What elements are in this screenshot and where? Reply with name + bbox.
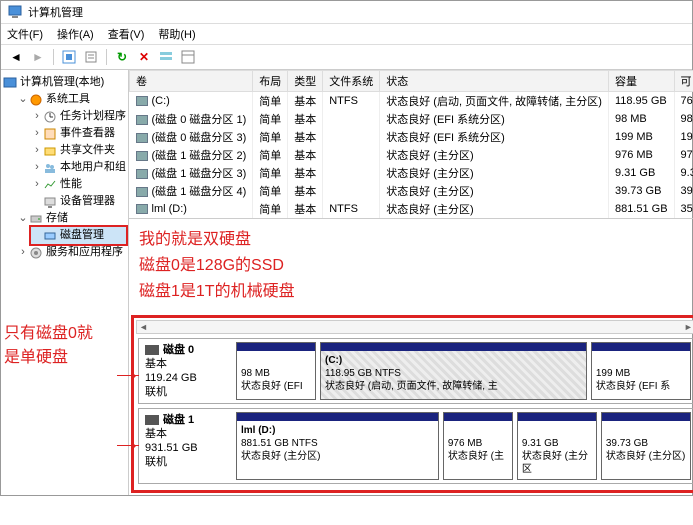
disk1-part3[interactable]: 9.31 GB状态良好 (主分区	[517, 412, 597, 480]
tree-performance[interactable]: ›性能	[31, 176, 126, 193]
annotation-main: 我的就是双硬盘 磁盘0是128G的SSD 磁盘1是1T的机械硬盘	[129, 219, 693, 313]
toolbar: ◄ ► ↻ ✕	[1, 45, 692, 70]
menu-action[interactable]: 操作(A)	[57, 26, 94, 42]
disk-icon	[145, 345, 159, 355]
app-icon	[7, 4, 23, 20]
col-capacity[interactable]: 容量	[608, 71, 674, 92]
view-detail-button[interactable]	[179, 48, 197, 66]
disk1-header: 磁盘 1 基本 931.51 GB 联机	[139, 409, 234, 483]
table-row[interactable]: (磁盘 1 磁盘分区 3)简单基本状态良好 (主分区)9.31 GB9.3	[130, 164, 693, 182]
tree-system-tools[interactable]: ⌄系统工具	[17, 91, 126, 108]
disk0-part2-c[interactable]: (C:)118.95 GB NTFS状态良好 (启动, 页面文件, 故障转储, …	[320, 342, 587, 400]
arrow-disk1	[117, 445, 139, 446]
disk-icon	[145, 415, 159, 425]
disk-map: ◄► 磁盘 0 基本 119.24 GB 联机 98 MB状态良好 (EFI (…	[131, 315, 693, 493]
h-scrollbar[interactable]: ◄►	[136, 320, 693, 334]
annotation-left: 只有磁盘0就 是单硬盘	[4, 322, 93, 370]
table-row[interactable]: (C:)简单基本NTFS状态良好 (启动, 页面文件, 故障转储, 主分区)11…	[130, 92, 693, 111]
delete-button[interactable]: ✕	[135, 48, 153, 66]
titlebar: 计算机管理	[1, 1, 692, 24]
tree-device-manager[interactable]: 设备管理器	[31, 193, 126, 210]
tree-disk-management[interactable]: 磁盘管理	[31, 227, 126, 244]
col-fs[interactable]: 文件系统	[323, 71, 380, 92]
table-row[interactable]: lml (D:)简单基本NTFS状态良好 (主分区)881.51 GB35	[130, 200, 693, 218]
refresh-button[interactable]: ↻	[113, 48, 131, 66]
table-row[interactable]: (磁盘 0 磁盘分区 3)简单基本状态良好 (EFI 系统分区)199 MB19	[130, 128, 693, 146]
table-row[interactable]: (磁盘 1 磁盘分区 4)简单基本状态良好 (主分区)39.73 GB39	[130, 182, 693, 200]
menubar: 文件(F) 操作(A) 查看(V) 帮助(H)	[1, 24, 692, 45]
back-button[interactable]: ◄	[7, 48, 25, 66]
disk0-part3[interactable]: 199 MB状态良好 (EFI 系	[591, 342, 691, 400]
col-layout[interactable]: 布局	[253, 71, 288, 92]
menu-file[interactable]: 文件(F)	[7, 26, 43, 42]
col-status[interactable]: 状态	[380, 71, 609, 92]
props-button[interactable]	[82, 48, 100, 66]
window-title: 计算机管理	[28, 4, 83, 20]
tree-root[interactable]: 计算机管理(本地)	[3, 74, 126, 91]
col-type[interactable]: 类型	[288, 71, 323, 92]
forward-button[interactable]: ►	[29, 48, 47, 66]
view-list-button[interactable]	[157, 48, 175, 66]
disk0-header: 磁盘 0 基本 119.24 GB 联机	[139, 339, 234, 403]
disk1-row[interactable]: 磁盘 1 基本 931.51 GB 联机 lml (D:)881.51 GB N…	[138, 408, 693, 484]
tree-storage[interactable]: ⌄存储	[17, 210, 126, 227]
tree-local-users[interactable]: ›本地用户和组	[31, 159, 126, 176]
menu-help[interactable]: 帮助(H)	[158, 26, 195, 42]
volume-table[interactable]: 卷 布局 类型 文件系统 状态 容量 可 (C:)简单基本NTFS状态良好 (启…	[129, 70, 693, 219]
up-button[interactable]	[60, 48, 78, 66]
arrow-disk0	[117, 375, 139, 376]
disk1-part4[interactable]: 39.73 GB状态良好 (主分区)	[601, 412, 691, 480]
col-free[interactable]: 可	[674, 71, 693, 92]
table-row[interactable]: (磁盘 1 磁盘分区 2)简单基本状态良好 (主分区)976 MB97	[130, 146, 693, 164]
disk0-part1[interactable]: 98 MB状态良好 (EFI	[236, 342, 316, 400]
col-volume[interactable]: 卷	[130, 71, 253, 92]
tree-services[interactable]: ›服务和应用程序	[17, 244, 126, 261]
disk0-row[interactable]: 磁盘 0 基本 119.24 GB 联机 98 MB状态良好 (EFI (C:)…	[138, 338, 693, 404]
table-row[interactable]: (磁盘 0 磁盘分区 1)简单基本状态良好 (EFI 系统分区)98 MB98	[130, 110, 693, 128]
disk1-part2[interactable]: 976 MB状态良好 (主	[443, 412, 513, 480]
tree-event-viewer[interactable]: ›事件查看器	[31, 125, 126, 142]
tree-shared-folders[interactable]: ›共享文件夹	[31, 142, 126, 159]
disk1-part1-d[interactable]: lml (D:)881.51 GB NTFS状态良好 (主分区)	[236, 412, 439, 480]
nav-tree[interactable]: 计算机管理(本地) ⌄系统工具 ›任务计划程序 ›事件查看器 ›共享文件夹 ›本…	[1, 70, 129, 495]
tree-task-scheduler[interactable]: ›任务计划程序	[31, 108, 126, 125]
menu-view[interactable]: 查看(V)	[108, 26, 145, 42]
